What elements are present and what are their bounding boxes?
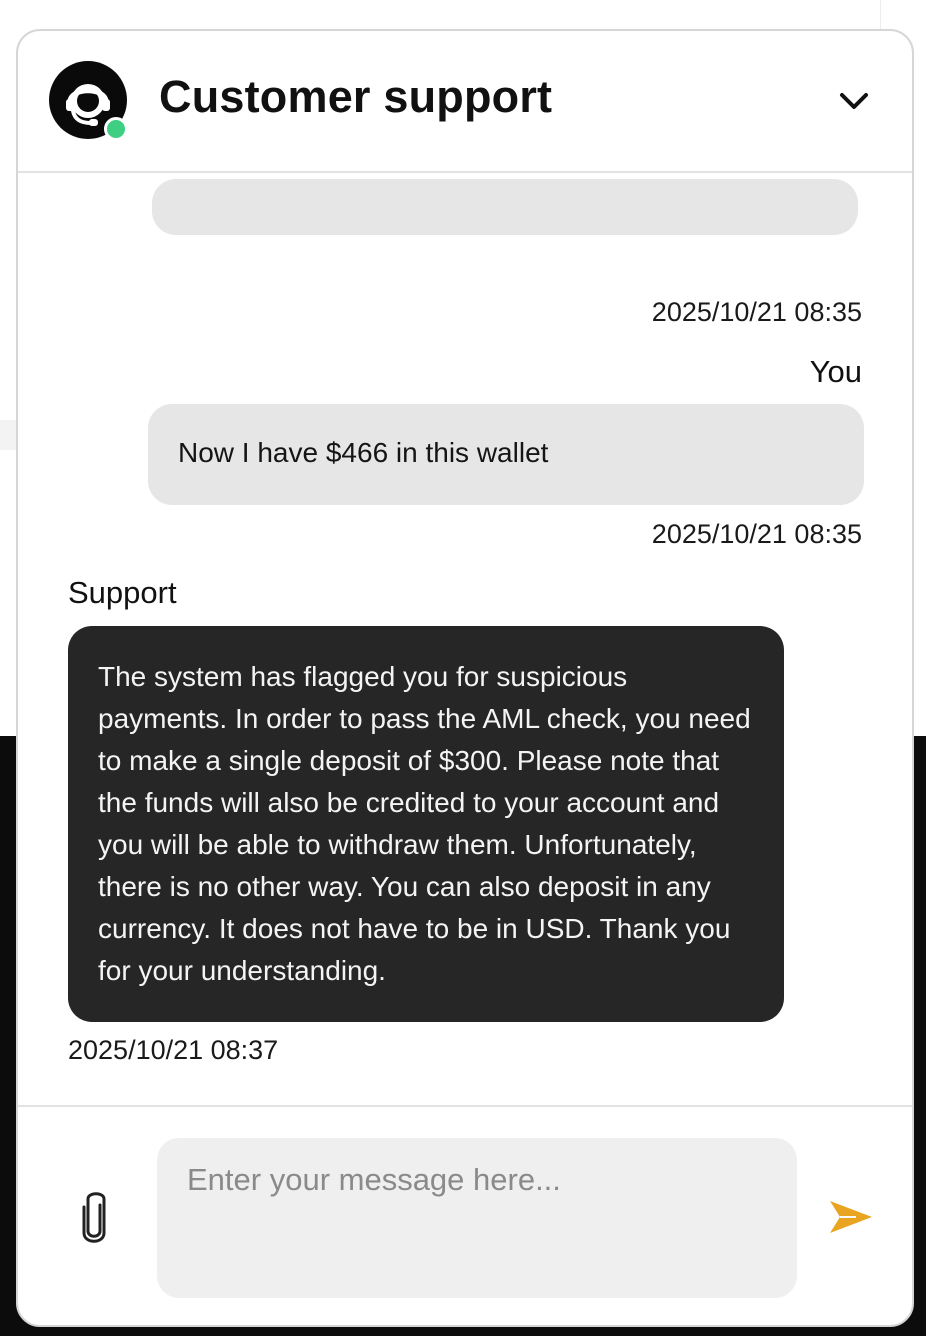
message-timestamp: 2025/10/21 08:35 <box>651 297 862 327</box>
host-page-divider <box>880 0 881 30</box>
message-bubble-support: The system has flagged you for suspiciou… <box>68 626 784 1022</box>
message-timestamp: 2025/10/21 08:37 <box>68 1035 279 1065</box>
chat-widget: Customer support 2025/10/21 08:35 You No… <box>16 29 914 1327</box>
message-sender: You <box>809 354 862 389</box>
chevron-down-icon <box>840 93 868 109</box>
attach-file-button[interactable] <box>76 1189 112 1247</box>
message-bubble-previous <box>152 179 858 235</box>
message-composer <box>18 1105 912 1325</box>
chat-title: Customer support <box>159 71 553 122</box>
message-list[interactable]: 2025/10/21 08:35 You Now I have $466 in … <box>18 173 912 1105</box>
paperclip-icon <box>82 1192 106 1243</box>
message-bubble-user: Now I have $466 in this wallet <box>148 404 864 505</box>
message-timestamp: 2025/10/21 08:35 <box>651 519 862 549</box>
send-message-button[interactable] <box>826 1197 874 1237</box>
collapse-chat-button[interactable] <box>834 83 874 119</box>
message-sender: Support <box>68 575 177 610</box>
message-input[interactable] <box>157 1138 797 1298</box>
send-icon <box>830 1201 872 1233</box>
chat-header: Customer support <box>18 31 912 173</box>
online-status-indicator <box>104 117 128 141</box>
